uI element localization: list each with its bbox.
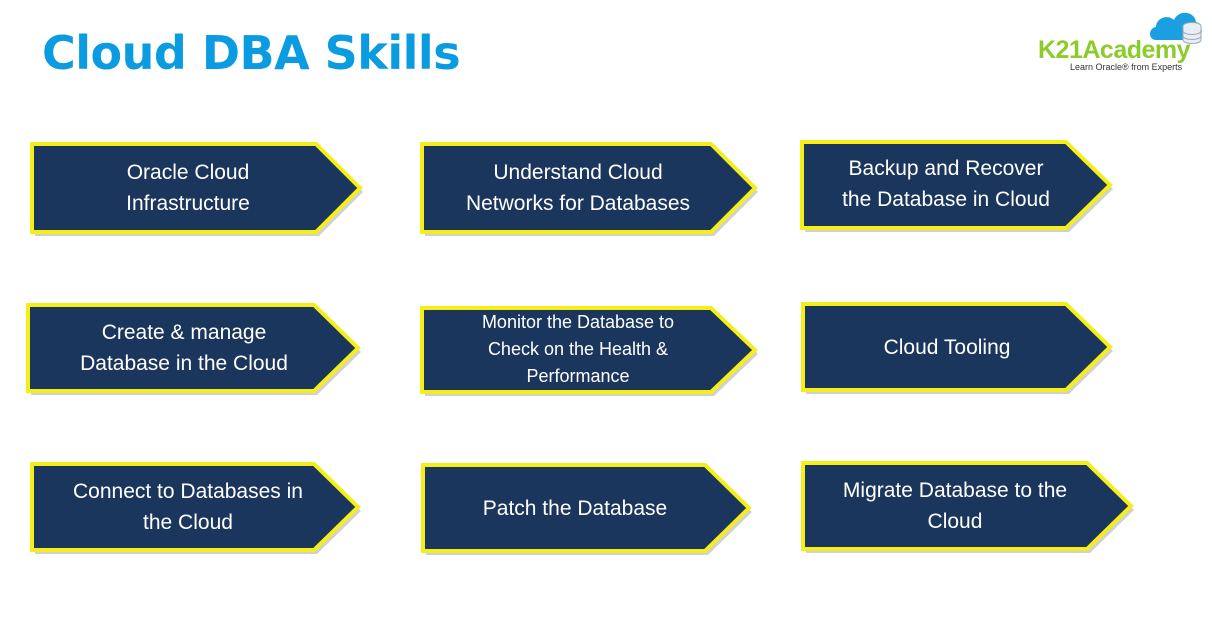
skill-arrow-patch-database: Patch the Database <box>421 463 752 555</box>
skill-arrow-monitor-database: Monitor the Database to Check on the Heal… <box>420 306 758 396</box>
skill-label: Patch the Database <box>482 496 668 520</box>
skill-arrow-create-manage-database: Create & manage Database in the Cloud <box>26 303 361 395</box>
skill-arrow-oracle-cloud-infrastructure: Oracle Cloud Infrastructure <box>30 142 363 236</box>
skill-label: Connect to Databases in the Cloud <box>73 480 303 534</box>
skill-label: Understand Cloud Networks for Databases <box>465 161 691 215</box>
skill-label: Create & manage Database in the Cloud <box>80 321 288 375</box>
skill-arrow-backup-recover: Backup and Recover the Database in Cloud <box>800 140 1113 232</box>
logo-tagline: Learn Oracle® from Experts <box>1070 62 1183 72</box>
skill-arrow-connect-databases: Connect to Databases in the Cloud <box>30 462 361 554</box>
skill-arrow-migrate-database: Migrate Database to the Cloud <box>801 461 1134 553</box>
skill-label: Migrate Database to the Cloud <box>842 479 1068 533</box>
skill-arrow-cloud-tooling: Cloud Tooling <box>801 302 1113 394</box>
logo-brand-text: K21Academy <box>1038 36 1191 64</box>
skill-label: Oracle Cloud Infrastructure <box>126 161 250 215</box>
skill-label: Monitor the Database to Check on the Heal… <box>481 311 675 386</box>
page-title: Cloud DBA Skills <box>42 26 461 80</box>
skill-label: Cloud Tooling <box>883 335 1011 359</box>
skill-label: Backup and Recover the Database in Cloud <box>842 157 1050 211</box>
k21academy-logo: K21Academy Learn Oracle® from Experts <box>1030 6 1205 76</box>
skill-arrow-cloud-networks: Understand Cloud Networks for Databases <box>420 142 758 236</box>
